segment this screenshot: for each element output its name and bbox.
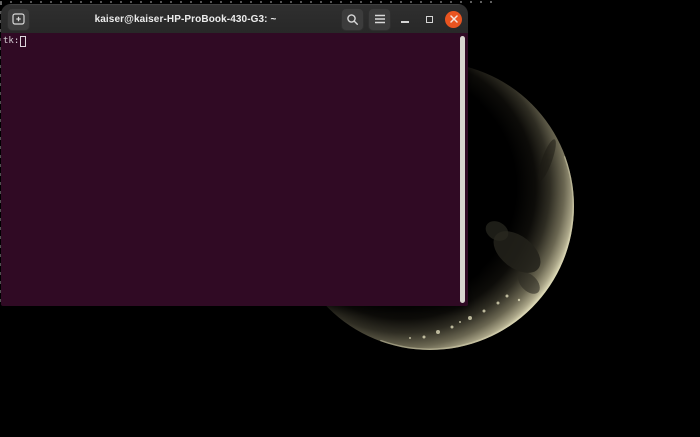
terminal-content-area[interactable]: tk: bbox=[1, 33, 468, 306]
menu-button[interactable] bbox=[368, 7, 391, 31]
search-icon bbox=[346, 13, 359, 26]
close-icon bbox=[449, 15, 458, 23]
maximize-icon bbox=[425, 15, 433, 23]
maximize-button[interactable] bbox=[419, 8, 439, 31]
terminal-scrollbar[interactable] bbox=[460, 36, 465, 303]
close-button[interactable] bbox=[445, 10, 462, 28]
titlebar[interactable]: kaiser@kaiser-HP-ProBook-430-G3: ~ bbox=[1, 4, 468, 33]
search-button[interactable] bbox=[341, 7, 364, 31]
prompt-line: tk: bbox=[3, 36, 27, 47]
new-tab-button[interactable] bbox=[7, 7, 30, 31]
terminal-window: kaiser@kaiser-HP-ProBook-430-G3: ~ tk: bbox=[1, 4, 468, 306]
selection-border-top bbox=[0, 1, 494, 3]
terminal-cursor bbox=[20, 36, 27, 47]
minimize-icon bbox=[401, 20, 409, 23]
prompt-text: tk: bbox=[3, 36, 20, 46]
menu-icon bbox=[374, 14, 386, 24]
minimize-button[interactable] bbox=[395, 8, 415, 31]
window-title: kaiser@kaiser-HP-ProBook-430-G3: ~ bbox=[94, 13, 277, 25]
new-tab-icon bbox=[12, 13, 25, 25]
